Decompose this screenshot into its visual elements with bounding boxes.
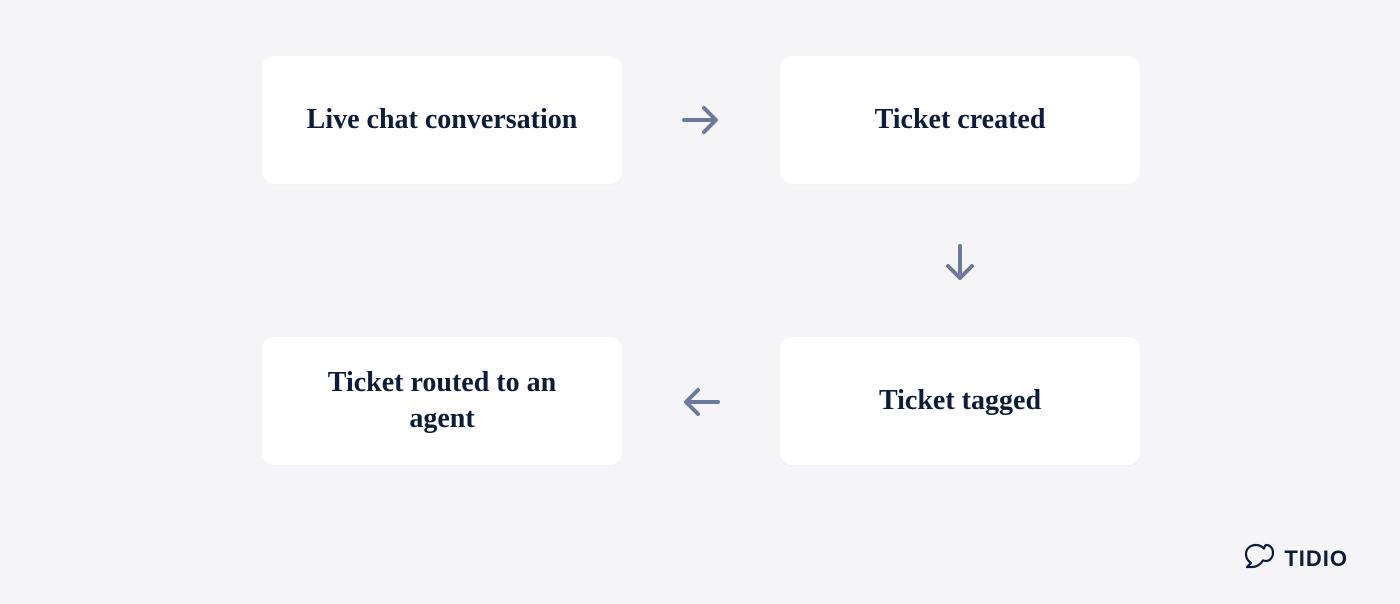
brand-logo: TIDIO — [1244, 541, 1348, 576]
brand-name: TIDIO — [1284, 546, 1348, 572]
flow-step-ticket-tagged: Ticket tagged — [780, 337, 1140, 465]
arrow-left-icon — [680, 384, 722, 420]
tidio-logo-icon — [1244, 541, 1274, 576]
flow-step-label: Ticket routed to an agent — [302, 365, 582, 438]
flow-step-label: Live chat conversation — [307, 102, 578, 138]
flow-step-ticket-created: Ticket created — [780, 56, 1140, 184]
flow-diagram: Live chat conversation Ticket created Ti… — [0, 0, 1400, 604]
flow-step-label: Ticket created — [875, 102, 1046, 138]
flow-step-label: Ticket tagged — [879, 383, 1041, 419]
arrow-right-icon — [680, 102, 722, 138]
arrow-down-icon — [942, 242, 978, 284]
flow-step-ticket-routed: Ticket routed to an agent — [262, 337, 622, 465]
flow-step-live-chat: Live chat conversation — [262, 56, 622, 184]
